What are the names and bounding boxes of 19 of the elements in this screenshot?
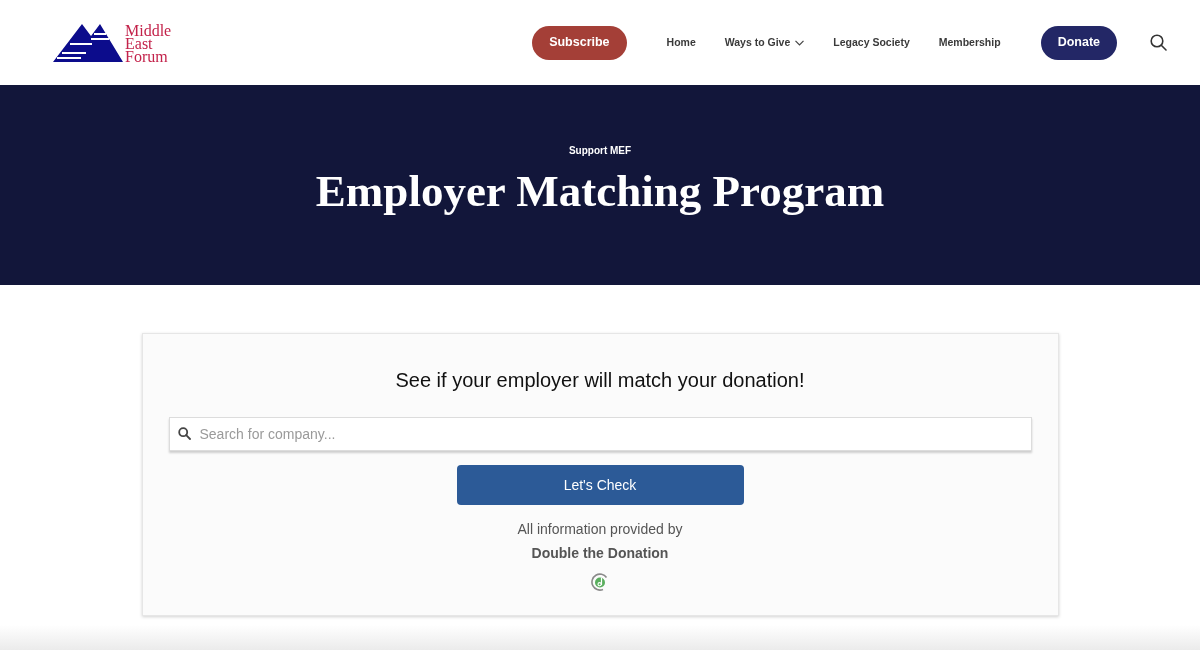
company-search-field[interactable]: Search for company... xyxy=(168,417,1032,451)
widget-heading: See if your employer will match your donation! xyxy=(395,368,805,393)
nav-button[interactable]: Donate xyxy=(1040,25,1117,60)
nav-link[interactable]: Home xyxy=(666,34,696,51)
nav-link[interactable]: Legacy Society xyxy=(833,34,910,51)
lets-check-button[interactable]: Let's Check xyxy=(456,465,744,505)
logo-text: Middle East Forum xyxy=(125,23,172,63)
provider-name: Double the Donation xyxy=(531,544,669,563)
chevron-down-icon xyxy=(795,39,805,46)
nav-dropdown[interactable]: Ways to Give xyxy=(724,34,805,51)
hero-title: Employer Matching Program xyxy=(315,166,885,216)
nav-link[interactable]: Membership xyxy=(938,34,1001,51)
provider-logo-icon xyxy=(591,573,609,591)
credit-text: All information provided by xyxy=(517,520,683,539)
hero-eyebrow: Support MEF xyxy=(568,144,632,158)
search-icon[interactable] xyxy=(1150,34,1167,51)
search-icon xyxy=(177,427,191,440)
peaks-logo-icon xyxy=(53,22,123,63)
nav-button[interactable]: Subscribe xyxy=(532,25,627,60)
